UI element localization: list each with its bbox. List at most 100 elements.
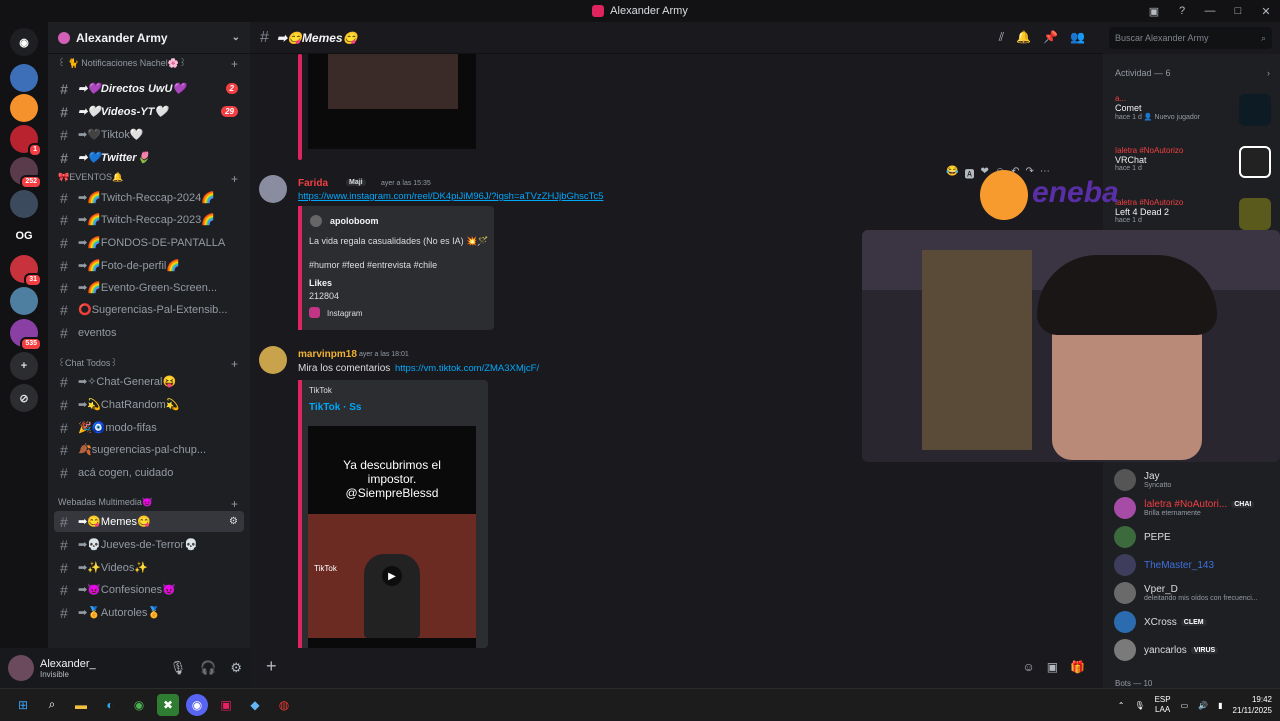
embed-video-thumbnail[interactable] xyxy=(308,54,476,149)
bell-icon[interactable]: 🔔 xyxy=(1016,30,1031,45)
emoji-picker-icon[interactable]: ☺ xyxy=(1022,660,1034,674)
settings-gear-icon[interactable]: ⚙ xyxy=(230,660,242,676)
avatar[interactable] xyxy=(259,175,287,203)
channel-item[interactable]: # ➡🌈Twitch-Reccap-2023🌈 xyxy=(54,209,244,230)
battery-icon[interactable]: ▮ xyxy=(1218,701,1222,710)
display-icon[interactable]: ▭ xyxy=(1181,701,1189,710)
channel-category[interactable]: ꒰Chat Todos꒱ + xyxy=(58,357,238,371)
channel-item[interactable]: # ➡🌈Foto-de-perfil🌈 xyxy=(54,255,244,276)
minecraft-icon[interactable]: ✖ xyxy=(157,693,179,716)
channel-item[interactable]: # 🎉🧿modo-fifas xyxy=(54,417,244,438)
add-server-icon[interactable]: + xyxy=(10,352,38,380)
discord-icon[interactable]: ◉ xyxy=(186,693,208,716)
translate-icon[interactable]: 🅰 xyxy=(964,166,974,181)
gift-icon[interactable]: 🎁 xyxy=(1070,660,1085,674)
member-item[interactable]: PEPE xyxy=(1114,525,1274,549)
embed-title[interactable]: TikTok · Ss xyxy=(309,402,361,413)
chevron-right-icon[interactable]: › xyxy=(1267,68,1270,78)
channel-item[interactable]: # ➡✨Videos✨ xyxy=(54,557,244,578)
channel-item[interactable]: # ➡😋Memes😋 ⚙ xyxy=(54,511,244,532)
member-item[interactable]: yancarlos VIRUS xyxy=(1114,638,1274,662)
inbox-icon[interactable]: ▣ xyxy=(1140,0,1168,22)
member-item[interactable]: ǀaletra #NoAutori... CHAI Brilla eternamen… xyxy=(1114,496,1274,520)
embed-author[interactable]: apoloboom xyxy=(330,216,379,226)
emoji-reaction-icon[interactable]: 😂 xyxy=(946,166,958,181)
embed-video-thumbnail[interactable]: Ya descubrimos el impostor. @SiempreBles… xyxy=(308,426,476,648)
activity-header[interactable]: Actividad — 6 › xyxy=(1115,68,1270,78)
edge-icon[interactable]: ◐ xyxy=(99,694,121,716)
server-icon-7[interactable] xyxy=(10,287,38,315)
member-item[interactable]: XCross CLEM xyxy=(1114,610,1274,634)
help-icon[interactable]: ? xyxy=(1168,0,1196,22)
server-icon-6[interactable]: 31 xyxy=(10,255,42,287)
server-icon-5[interactable] xyxy=(10,190,38,218)
search-input[interactable]: Buscar Alexander Army ⌕ xyxy=(1109,27,1272,49)
app-icon[interactable]: ▣ xyxy=(215,694,237,716)
members-icon[interactable]: 👥 xyxy=(1070,30,1085,45)
channel-item[interactable]: # ➡💙Twitter🌷 xyxy=(54,147,244,168)
tray-mic-icon[interactable]: 🎙 xyxy=(1134,701,1144,710)
activity-item[interactable]: ǀaletra #NoAutorizo VRChat hace 1 d xyxy=(1115,146,1275,178)
channel-item[interactable]: # ➡😈Confesiones😈 xyxy=(54,579,244,600)
maximize-button[interactable]: □ xyxy=(1224,0,1252,22)
microphone-icon[interactable]: 🎙 xyxy=(170,660,187,676)
channel-item[interactable]: # ➡🖤Tiktok🤍 xyxy=(54,124,244,145)
minimize-button[interactable]: — xyxy=(1196,0,1224,22)
channel-settings-icon[interactable]: ⚙ xyxy=(229,516,238,527)
gif-picker-icon[interactable]: ▣ xyxy=(1047,660,1058,674)
channel-item[interactable]: # ➡🏅Autoroles🏅 xyxy=(54,602,244,623)
server-icon-1[interactable] xyxy=(10,64,38,92)
member-item[interactable]: Jay Syncatto xyxy=(1114,468,1274,492)
pin-icon[interactable]: 📌 xyxy=(1043,30,1058,45)
discord-home-icon[interactable]: ◉ xyxy=(10,28,38,56)
volume-icon[interactable]: 🔊 xyxy=(1198,701,1208,710)
channel-item[interactable]: # ⭕Sugerencias-Pal-Extensib... xyxy=(54,299,244,320)
chrome-icon[interactable]: ◉ xyxy=(128,694,150,716)
clock[interactable]: 19:42 21/11/2025 xyxy=(1233,694,1272,716)
chevron-down-icon[interactable]: ⌄ xyxy=(232,32,240,43)
add-channel-icon[interactable]: + xyxy=(231,497,238,511)
channel-category[interactable]: ꒰ 🐈 Notificaciones Nachel🌸꒱ + xyxy=(58,57,238,71)
activity-item[interactable]: ǀaletra #NoAutorizo Left 4 Dead 2 hace 1… xyxy=(1115,198,1275,230)
close-button[interactable]: ✕ xyxy=(1252,0,1280,22)
activity-item[interactable]: a... Comet hace 1 d 👤 Nuevo jugador xyxy=(1115,94,1275,126)
tray-chevron-icon[interactable]: ⌃ xyxy=(1118,701,1125,710)
add-channel-icon[interactable]: + xyxy=(231,57,238,71)
windows-start-icon[interactable]: ⊞ xyxy=(12,694,34,716)
channel-item[interactable]: # ➡✧Chat-General😝 xyxy=(54,371,244,392)
channel-item[interactable]: # 🍂sugerencias-pal-chup... xyxy=(54,439,244,460)
channel-item[interactable]: # ➡🌈Twitch-Reccap-2024🌈 xyxy=(54,187,244,208)
server-icon-4[interactable]: 252 xyxy=(10,157,42,189)
channel-item[interactable]: # ➡💫ChatRandom💫 xyxy=(54,394,244,415)
channel-category[interactable]: 🎀EVENTOS🔔 + xyxy=(58,172,238,186)
message-link[interactable]: https://vm.tiktok.com/ZMA3XMjcF/ xyxy=(395,363,539,374)
message-author[interactable]: Farida xyxy=(298,178,328,189)
threads-icon[interactable]: ⫽ xyxy=(999,30,1004,45)
avatar[interactable] xyxy=(259,346,287,374)
headphones-icon[interactable]: 🎧 xyxy=(200,660,216,676)
server-icon-alexander-army[interactable]: 535 xyxy=(10,319,42,351)
channel-item[interactable]: # ➡🤍Videos-YT🤍 29 xyxy=(54,101,244,122)
obs-icon[interactable]: ◍ xyxy=(273,694,295,716)
guild-header[interactable]: Alexander Army ⌄ xyxy=(48,22,250,54)
member-item[interactable]: Vper_D deleitando mis oídos con frecuenci… xyxy=(1114,581,1274,605)
add-channel-icon[interactable]: + xyxy=(231,357,238,371)
search-icon[interactable]: ⌕ xyxy=(41,694,63,716)
message-composer[interactable]: + ☺ ▣ 🎁 xyxy=(250,648,1103,688)
server-icon-3[interactable]: 1 xyxy=(10,125,42,157)
server-icon-og[interactable]: OG xyxy=(10,222,38,250)
message-author[interactable]: marvinpm18 xyxy=(298,349,357,360)
avatar[interactable] xyxy=(8,655,34,681)
channel-category[interactable]: Webadas Multimedia😈 + xyxy=(58,497,238,511)
language-indicator[interactable]: ESP LAA xyxy=(1155,695,1171,715)
add-attachment-icon[interactable]: + xyxy=(266,656,277,677)
file-explorer-icon[interactable]: ▬ xyxy=(70,694,92,716)
channel-item[interactable]: # acá cogen, cuidado xyxy=(54,462,244,483)
discover-icon[interactable]: ⊘ xyxy=(10,384,38,412)
channel-item[interactable]: # ➡🌈Evento-Green-Screen... xyxy=(54,277,244,298)
channel-item[interactable]: # eventos xyxy=(54,322,244,343)
channel-item[interactable]: # ➡💜Directos UwU💜 2 xyxy=(54,78,244,99)
app-icon[interactable]: ◆ xyxy=(244,694,266,716)
play-icon[interactable]: ▶ xyxy=(382,566,402,586)
channel-item[interactable]: # ➡🌈FONDOS-DE-PANTALLA xyxy=(54,232,244,253)
